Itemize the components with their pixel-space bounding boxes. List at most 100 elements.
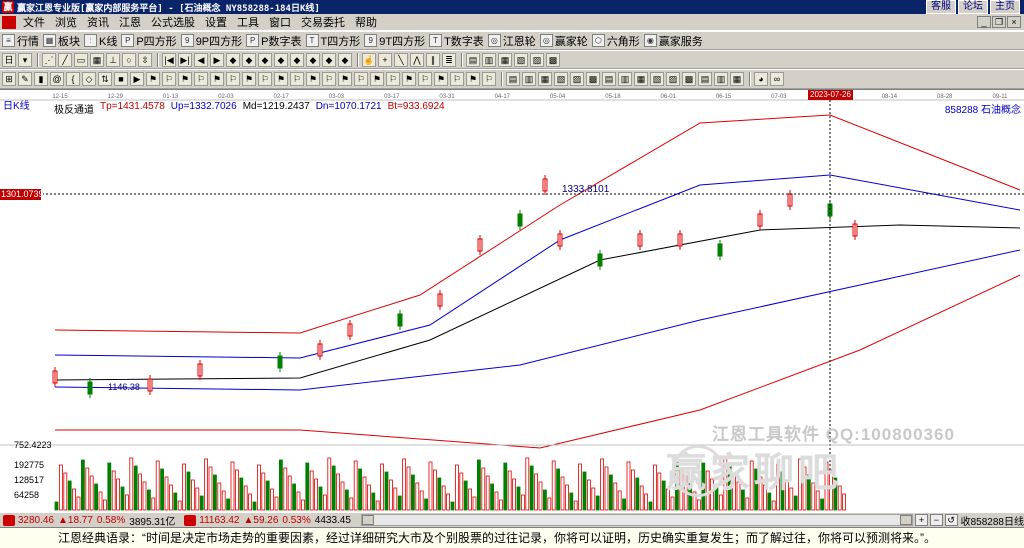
menu-trade[interactable]: 交易委托 [296, 14, 350, 30]
play-icon[interactable]: ▶ [130, 72, 144, 86]
skip-start-icon[interactable]: |◀ [162, 52, 176, 67]
flag-20-icon[interactable]: ⚐ [450, 72, 464, 86]
diamond-3-icon[interactable]: ◆ [258, 52, 272, 67]
grid-14-icon[interactable]: ▥ [714, 72, 728, 86]
window-3-icon[interactable]: ▦ [498, 52, 512, 67]
gann-box-icon[interactable]: ▭ [74, 52, 88, 67]
diamond-6-icon[interactable]: ◆ [306, 52, 320, 67]
menu-settings[interactable]: 设置 [200, 14, 232, 30]
brace-icon[interactable]: { [66, 72, 80, 86]
flag-21-icon[interactable]: ⚑ [466, 72, 480, 86]
reset-icon[interactable]: ↺ [944, 514, 958, 526]
flag-13-icon[interactable]: ⚑ [338, 72, 352, 86]
flag-19-icon[interactable]: ⚑ [434, 72, 448, 86]
menu-tools[interactable]: 工具 [232, 14, 264, 30]
diamond-2-icon[interactable]: ◆ [242, 52, 256, 67]
t-square-button[interactable]: T T四方形 [305, 33, 360, 49]
pencil-icon[interactable]: ✎ [18, 72, 32, 86]
9p-square-button[interactable]: 9 9P四方形 [180, 33, 242, 49]
forum-link[interactable]: 论坛 [958, 0, 988, 14]
flag-15-icon[interactable]: ⚑ [370, 72, 384, 86]
grid-13-icon[interactable]: ▤ [698, 72, 712, 86]
menu-help[interactable]: 帮助 [350, 14, 382, 30]
diamond-tool-icon[interactable]: ◇ [82, 72, 96, 86]
arrow-tool-icon[interactable]: ⇳ [138, 52, 152, 67]
scroll-left-button[interactable] [361, 515, 374, 525]
diamond-7-icon[interactable]: ◆ [322, 52, 336, 67]
p-number-table-button[interactable]: P P数字表 [246, 33, 302, 49]
window-4-icon[interactable]: ▧ [514, 52, 528, 67]
grid-15-icon[interactable]: ▦ [730, 72, 744, 86]
fibonacci-icon[interactable]: ≣ [442, 52, 456, 67]
gann-line-icon[interactable]: ╱ [58, 52, 72, 67]
parallel-icon[interactable]: ∥ [426, 52, 440, 67]
gann-grid-icon[interactable]: ▦ [90, 52, 104, 67]
flag-6-icon[interactable]: ⚐ [226, 72, 240, 86]
flag-4-icon[interactable]: ⚐ [194, 72, 208, 86]
link-icon[interactable]: ∞ [770, 72, 784, 86]
flag-1-icon[interactable]: ⚑ [146, 72, 160, 86]
flag-22-icon[interactable]: ⚐ [482, 72, 496, 86]
flag-9-icon[interactable]: ⚑ [274, 72, 288, 86]
menu-file[interactable]: 文件 [18, 14, 50, 30]
zoom-out-icon[interactable]: − [929, 514, 943, 526]
sort-icon[interactable]: ⇅ [98, 72, 112, 86]
hexagon-button[interactable]: ⬡ 六角形 [591, 33, 640, 49]
crosshair-icon[interactable]: + [378, 52, 392, 67]
trend-line-icon[interactable]: ╲ [394, 52, 408, 67]
winner-service-button[interactable]: ◉ 赢家服务 [643, 33, 703, 49]
kline-chart-svg[interactable]: 12-15 12-29 01-13 02-03 02-17 03-03 03-17 03-31… [0, 90, 1024, 513]
9t-square-button[interactable]: 9 9T四方形 [364, 33, 425, 49]
flag-16-icon[interactable]: ⚐ [386, 72, 400, 86]
flag-12-icon[interactable]: ⚐ [322, 72, 336, 86]
menu-news[interactable]: 资讯 [82, 14, 114, 30]
window-1-icon[interactable]: ▤ [466, 52, 480, 67]
minimize-icon[interactable]: _ [977, 16, 991, 28]
quote-button[interactable]: ≡ 行情 [2, 33, 39, 49]
gann-fan-icon[interactable]: ⋰ [42, 52, 56, 67]
diamond-8-icon[interactable]: ◆ [338, 52, 352, 67]
bar-chart-icon[interactable]: ▮ [34, 72, 48, 86]
gann-wheel-button[interactable]: ◎ 江恩轮 [487, 33, 536, 49]
window-2-icon[interactable]: ▥ [482, 52, 496, 67]
flag-2-icon[interactable]: ⚐ [162, 72, 176, 86]
flag-10-icon[interactable]: ⚐ [290, 72, 304, 86]
color-wheel-icon[interactable]: ◕ [754, 72, 768, 86]
kline-button[interactable]: ⫶ K线 [84, 33, 117, 49]
window-5-icon[interactable]: ▨ [530, 52, 544, 67]
grid-11-icon[interactable]: ▨ [666, 72, 680, 86]
flag-14-icon[interactable]: ⚐ [354, 72, 368, 86]
flag-8-icon[interactable]: ⚐ [258, 72, 272, 86]
homepage-link[interactable]: 主页 [990, 0, 1020, 14]
scroll-right-button[interactable] [900, 515, 913, 525]
layout-icon[interactable]: ⊞ [2, 72, 16, 86]
diamond-1-icon[interactable]: ◆ [226, 52, 240, 67]
menu-window[interactable]: 窗口 [264, 14, 296, 30]
next-icon[interactable]: ▶ [210, 52, 224, 67]
flag-17-icon[interactable]: ⚑ [402, 72, 416, 86]
grid-3-icon[interactable]: ▦ [538, 72, 552, 86]
grid-12-icon[interactable]: ▩ [682, 72, 696, 86]
grid-9-icon[interactable]: ▦ [634, 72, 648, 86]
grid-8-icon[interactable]: ▥ [618, 72, 632, 86]
winner-wheel-button[interactable]: ◎ 赢家轮 [539, 33, 588, 49]
zoom-in-icon[interactable]: + [915, 514, 928, 526]
grid-7-icon[interactable]: ▤ [602, 72, 616, 86]
flag-7-icon[interactable]: ⚑ [242, 72, 256, 86]
diamond-4-icon[interactable]: ◆ [274, 52, 288, 67]
app-menu-icon[interactable] [2, 15, 16, 29]
grid-1-icon[interactable]: ▤ [506, 72, 520, 86]
menu-browse[interactable]: 浏览 [50, 14, 82, 30]
flag-5-icon[interactable]: ⚑ [210, 72, 224, 86]
circle-tool-icon[interactable]: ○ [122, 52, 136, 67]
p-square-button[interactable]: P P四方形 [121, 33, 177, 49]
hand-tool-icon[interactable]: ☝ [362, 52, 376, 67]
grid-6-icon[interactable]: ▩ [586, 72, 600, 86]
close-icon[interactable]: × [1007, 16, 1021, 28]
diamond-5-icon[interactable]: ◆ [290, 52, 304, 67]
grid-5-icon[interactable]: ▨ [570, 72, 584, 86]
grid-10-icon[interactable]: ▧ [650, 72, 664, 86]
flag-11-icon[interactable]: ⚑ [306, 72, 320, 86]
sector-button[interactable]: ▦ 板块 [43, 33, 80, 49]
grid-4-icon[interactable]: ▧ [554, 72, 568, 86]
